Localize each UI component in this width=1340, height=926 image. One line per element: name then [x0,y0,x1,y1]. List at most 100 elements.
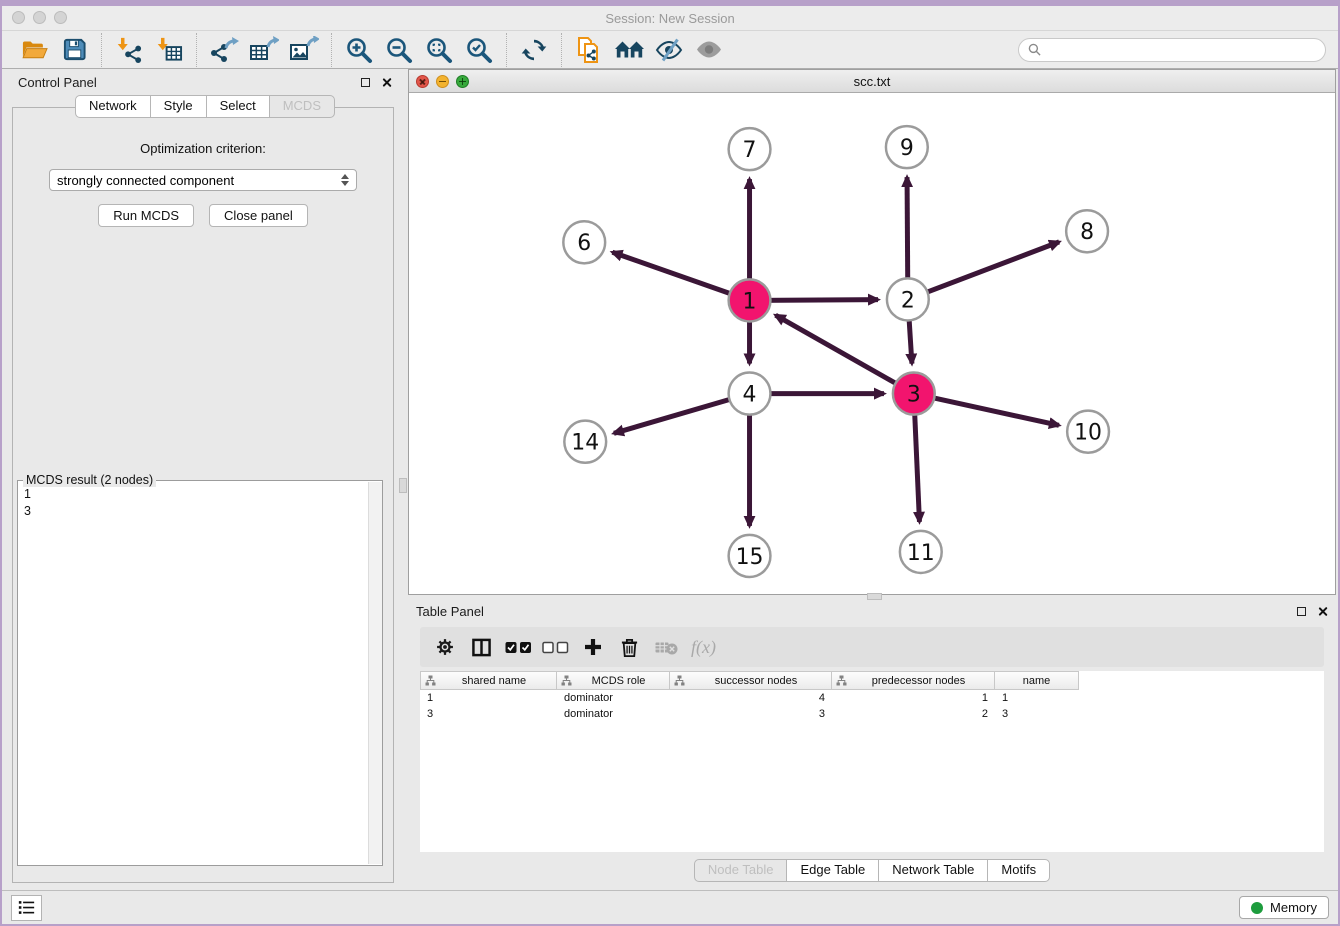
tab-network[interactable]: Network [75,95,151,118]
network-view-frame: scc.txt 1 2 3 4 6 7 8 9 10 11 14 15 [408,69,1336,595]
graph-node-label: 15 [736,545,764,570]
tab-motifs[interactable]: Motifs [987,859,1050,882]
tab-node-table[interactable]: Node Table [694,859,788,882]
frame-maximize-icon[interactable] [456,75,469,88]
graph-edge-3-10[interactable] [914,394,1059,426]
tab-network-table[interactable]: Network Table [878,859,988,882]
import-table-button[interactable] [149,33,189,67]
column-type-icon [561,675,572,686]
toolbar-separator [561,33,562,67]
zoom-out-button[interactable] [379,33,419,67]
criterion-select[interactable]: strongly connected component [49,169,357,191]
select-all-columns-button[interactable] [500,630,537,664]
table-settings-button[interactable] [426,630,463,664]
search-icon [1028,43,1041,56]
graph-node-9[interactable]: 9 [886,126,928,168]
close-panel-icon[interactable] [1317,606,1328,617]
table-header-row: shared name MCDS role successor nodes [420,671,1324,690]
export-table-button[interactable] [244,33,284,67]
network-canvas[interactable]: 1 2 3 4 6 7 8 9 10 11 14 15 [409,93,1335,594]
zoom-window-icon[interactable] [54,11,67,24]
column-header-predecessor-nodes[interactable]: predecessor nodes [832,671,995,690]
tab-style[interactable]: Style [150,95,207,118]
graph-node-1[interactable]: 1 [729,279,771,321]
float-panel-icon[interactable] [361,78,370,87]
graph-node-label: 7 [743,138,757,163]
duplicate-network-button[interactable] [569,33,609,67]
network-frame-titlebar[interactable]: scc.txt [409,70,1335,93]
table-row[interactable]: 3 dominator 3 2 3 [420,706,1324,722]
export-image-button[interactable] [284,33,324,67]
unselect-all-columns-button[interactable] [537,630,574,664]
frame-minimize-icon[interactable] [436,75,449,88]
graph-node-label: 2 [901,288,915,313]
run-mcds-button[interactable]: Run MCDS [98,204,194,227]
tab-select[interactable]: Select [206,95,270,118]
mcds-result-line: 1 [24,486,362,503]
show-all-networks-button[interactable] [609,33,649,67]
tab-mcds[interactable]: MCDS [269,95,335,118]
import-network-button[interactable] [109,33,149,67]
graph-node-label: 9 [900,136,914,161]
float-panel-icon[interactable] [1297,607,1306,616]
export-network-icon [209,36,239,63]
zoom-fit-button[interactable] [419,33,459,67]
select-stepper-icon [341,174,349,186]
toolbar-separator [331,33,332,67]
search-input[interactable] [1047,41,1316,58]
zoom-in-button[interactable] [339,33,379,67]
open-session-button[interactable] [14,33,54,67]
graph-node-10[interactable]: 10 [1067,411,1109,453]
graph-edge-3-1[interactable] [776,315,914,393]
graph-node-label: 3 [907,382,921,407]
graph-node-7[interactable]: 7 [729,128,771,170]
export-network-button[interactable] [204,33,244,67]
frame-close-icon[interactable] [416,75,429,88]
graph-node-15[interactable]: 15 [729,535,771,577]
graph-node-6[interactable]: 6 [563,221,605,263]
graph-node-label: 8 [1080,220,1094,245]
graph-node-4[interactable]: 4 [729,373,771,415]
graph-node-8[interactable]: 8 [1066,210,1108,252]
graph-node-3[interactable]: 3 [893,373,935,415]
mcds-result-line: 3 [24,503,362,520]
minimize-window-icon[interactable] [33,11,46,24]
graph-edges [612,177,1059,526]
column-header-name[interactable]: name [995,671,1079,690]
optimization-criterion-label: Optimization criterion: [13,141,393,156]
table-row[interactable]: 1 dominator 4 1 1 [420,690,1324,706]
graph-edge-2-8[interactable] [908,242,1059,300]
tab-edge-table[interactable]: Edge Table [786,859,879,882]
function-builder-button[interactable]: f(x) [685,630,722,664]
task-history-button[interactable] [11,895,42,921]
delete-table-button[interactable] [648,630,685,664]
save-session-button[interactable] [54,33,94,67]
panel-divider-handle[interactable] [399,478,407,493]
graph-node-label: 1 [743,289,757,314]
list-icon [18,900,35,915]
column-header-mcds-role[interactable]: MCDS role [557,671,670,690]
network-graph-svg: 1 2 3 4 6 7 8 9 10 11 14 15 [409,93,1335,594]
column-header-successor-nodes[interactable]: successor nodes [670,671,832,690]
result-scrollbar[interactable] [368,482,382,864]
graph-node-14[interactable]: 14 [564,421,606,463]
close-window-icon[interactable] [12,11,25,24]
graph-node-11[interactable]: 11 [900,531,942,573]
graph-node-2[interactable]: 2 [887,278,929,320]
hide-selected-button[interactable] [649,33,689,67]
show-column-button[interactable] [463,630,500,664]
column-header-shared-name[interactable]: shared name [420,671,557,690]
memory-status-button[interactable]: Memory [1239,896,1329,919]
close-panel-icon[interactable] [381,77,392,88]
zoom-selected-button[interactable] [459,33,499,67]
refresh-icon [521,37,547,63]
column-type-icon [836,675,847,686]
column-type-icon [425,675,436,686]
create-column-button[interactable] [574,630,611,664]
search-field[interactable] [1018,38,1326,62]
show-hidden-button[interactable] [689,33,729,67]
close-panel-button[interactable]: Close panel [209,204,308,227]
delete-column-button[interactable] [611,630,648,664]
apply-layout-button[interactable] [514,33,554,67]
import-table-icon [156,36,183,63]
